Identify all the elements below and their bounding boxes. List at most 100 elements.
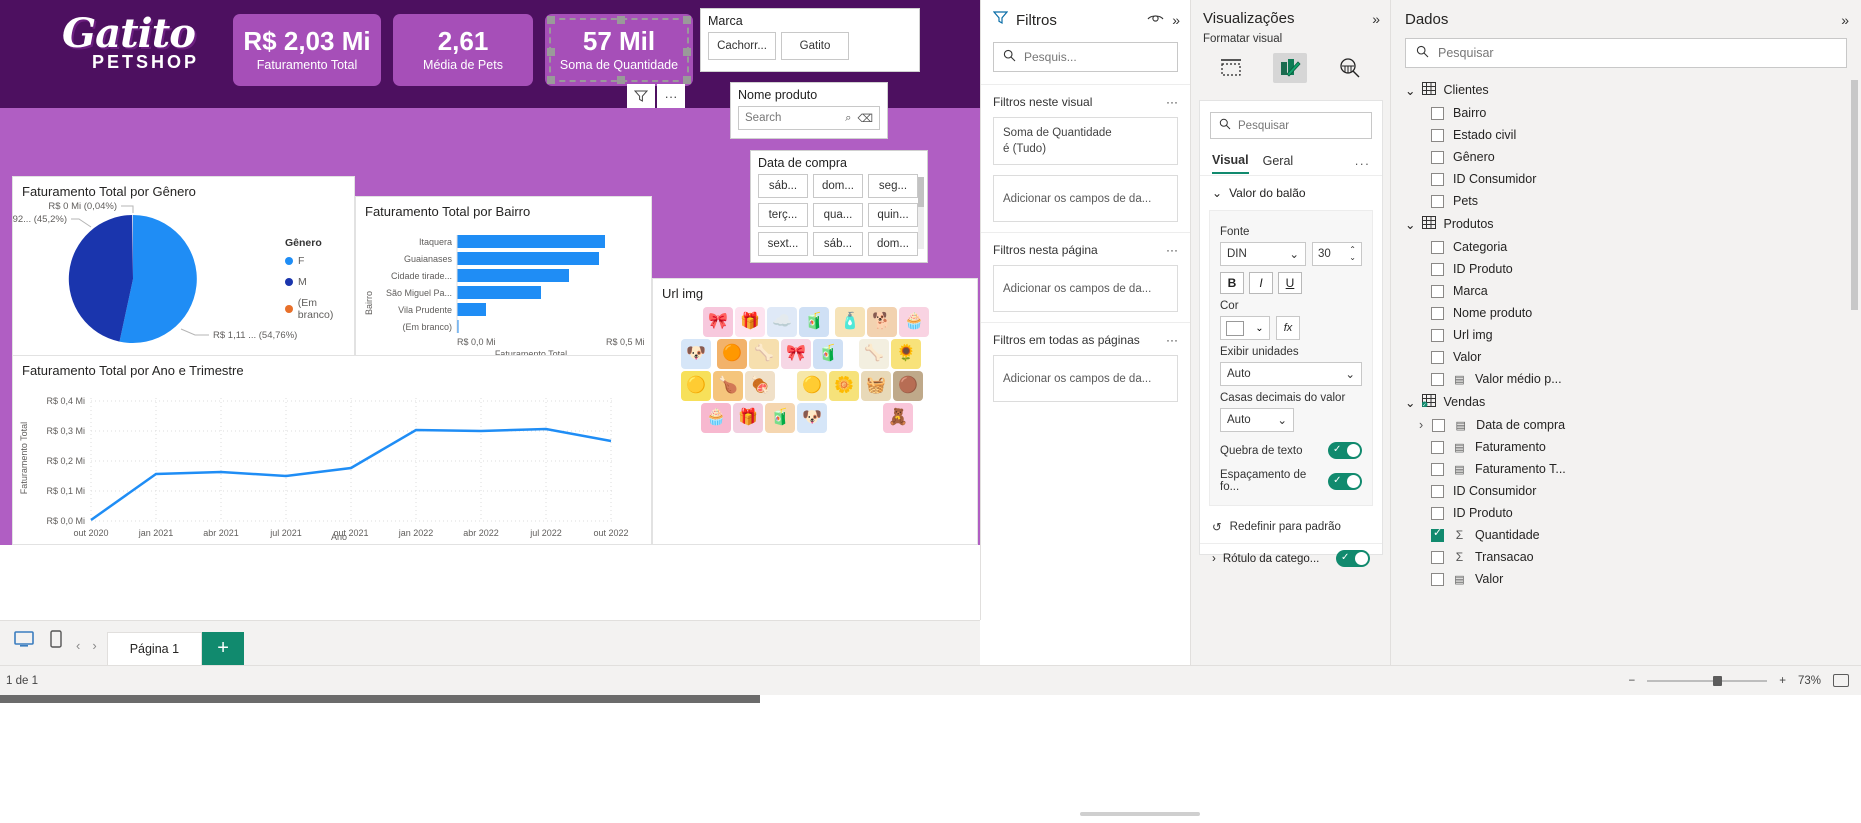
filter-card-soma-quantidade[interactable]: Soma de Quantidade é (Tudo) [993, 117, 1178, 165]
table-node-produtos[interactable]: ⌄ Produtos [1391, 212, 1861, 236]
product-thumb[interactable]: 🌻 [891, 339, 921, 369]
field-url-img[interactable]: Url img [1391, 324, 1861, 346]
tab-geral[interactable]: Geral [1263, 154, 1294, 173]
field-checkbox[interactable] [1431, 328, 1444, 342]
category-label-toggle[interactable]: ✓ [1336, 550, 1370, 567]
format-visual-icon[interactable] [1273, 53, 1308, 83]
field-valor-medio[interactable]: ▤ Valor médio p... [1391, 368, 1861, 390]
slicer-data-compra[interactable]: Data de compra sáb... dom... seg... terç… [750, 150, 928, 263]
field-genero[interactable]: Gênero [1391, 146, 1861, 168]
product-thumb[interactable]: 🎀 [703, 307, 733, 337]
zoom-slider[interactable] [1647, 675, 1768, 686]
filter-card-add-all[interactable]: Adicionar os campos de da... [993, 355, 1178, 402]
field-checkbox[interactable] [1431, 506, 1444, 520]
field-checkbox[interactable] [1432, 418, 1446, 432]
field-checkbox[interactable] [1431, 284, 1444, 298]
legend-item[interactable]: F [285, 255, 354, 267]
bold-button[interactable]: B [1220, 272, 1244, 294]
kpi-card-soma-quantidade[interactable]: 57 Mil Soma de Quantidade [545, 14, 693, 86]
field-id-consumidor[interactable]: ID Consumidor [1391, 168, 1861, 190]
product-thumb[interactable]: 🟤 [893, 371, 923, 401]
field-checkbox[interactable] [1431, 572, 1444, 586]
product-thumb[interactable]: 🟡 [681, 371, 711, 401]
underline-button[interactable]: U [1278, 272, 1302, 294]
visual-faturamento-ano-trimestre[interactable]: Faturamento Total por Ano e Trimestre Fa… [12, 355, 652, 545]
product-thumb[interactable]: 🧃 [765, 403, 795, 433]
slicer-search-input[interactable]: Search ⌕ ⌫ [738, 106, 880, 130]
group-rotulo-categoria[interactable]: › Rótulo da catego... ✓ [1200, 544, 1382, 573]
product-thumb[interactable]: 🧃 [799, 307, 829, 337]
product-thumb[interactable]: 🧺 [861, 371, 891, 401]
chevron-down-icon[interactable]: ⌄ [1405, 395, 1415, 410]
field-checkbox[interactable] [1431, 150, 1444, 164]
field-vendas-id-consumidor[interactable]: ID Consumidor [1391, 480, 1861, 502]
field-checkbox[interactable] [1431, 440, 1444, 454]
product-thumb[interactable]: 🐶 [797, 403, 827, 433]
color-picker[interactable]: ⌄ [1220, 316, 1270, 340]
italic-button[interactable]: I [1249, 272, 1273, 294]
field-checkbox[interactable] [1431, 484, 1444, 498]
font-spacing-toggle[interactable]: ✓ [1328, 472, 1362, 490]
font-size-stepper[interactable]: 30 ⌃ ⌄ [1312, 242, 1362, 266]
more-icon[interactable]: ··· [1166, 333, 1178, 347]
product-thumb[interactable]: 🧁 [899, 307, 929, 337]
kpi-card-faturamento[interactable]: R$ 2,03 Mi Faturamento Total [233, 14, 381, 86]
tab-visual[interactable]: Visual [1212, 153, 1249, 174]
product-thumb[interactable]: 🎁 [733, 403, 763, 433]
field-vendas-id-produto[interactable]: ID Produto [1391, 502, 1861, 524]
zoom-out-button[interactable]: − [1629, 675, 1636, 687]
product-thumb[interactable]: 🦴 [749, 339, 779, 369]
field-faturamento-total[interactable]: ▤ Faturamento T... [1391, 458, 1861, 480]
decimal-places-select[interactable]: Auto ⌄ [1220, 408, 1294, 432]
field-checkbox[interactable] [1431, 194, 1444, 208]
filter-card-add-page[interactable]: Adicionar os campos de da... [993, 265, 1178, 312]
format-search-input[interactable]: Pesquisar [1210, 112, 1372, 139]
slicer-nome-produto[interactable]: Nome produto Search ⌕ ⌫ [730, 82, 888, 139]
zoom-slider-thumb[interactable] [1713, 675, 1723, 686]
slicer-chip[interactable]: sáb... [758, 174, 808, 198]
product-thumb[interactable]: 🎁 [735, 307, 765, 337]
data-search-input[interactable]: Pesquisar [1405, 38, 1847, 68]
slicer-chip[interactable]: Cachorr... [708, 32, 776, 60]
field-checkbox[interactable] [1431, 550, 1444, 564]
field-nome-produto[interactable]: Nome produto [1391, 302, 1861, 324]
more-icon[interactable]: ··· [1166, 243, 1178, 257]
filters-search-input[interactable]: Pesquis... [993, 42, 1178, 72]
product-thumb[interactable]: 🌼 [829, 371, 859, 401]
field-checkbox[interactable] [1431, 306, 1444, 320]
field-checkbox[interactable] [1431, 172, 1444, 186]
field-pets[interactable]: Pets [1391, 190, 1861, 212]
chevrons-icon[interactable]: » [1372, 11, 1380, 27]
product-thumb[interactable]: 🍗 [713, 371, 743, 401]
slicer-scrollbar[interactable] [918, 177, 924, 249]
visual-faturamento-por-bairro[interactable]: Faturamento Total por Bairro Bairro Itaq… [355, 196, 652, 360]
slicer-chip[interactable]: dom... [813, 174, 863, 198]
slicer-chip[interactable]: quin... [868, 203, 918, 227]
field-vendas-valor[interactable]: ▤ Valor [1391, 568, 1861, 590]
slicer-chip[interactable]: sext... [758, 232, 808, 256]
field-data-de-compra[interactable]: › ▤ Data de compra [1391, 414, 1861, 436]
eraser-icon[interactable]: ⌫ [857, 112, 873, 125]
field-checkbox[interactable] [1431, 527, 1444, 542]
product-thumb[interactable]: 🐕 [867, 307, 897, 337]
chevron-right-icon[interactable]: › [1419, 418, 1423, 432]
visual-url-img[interactable]: Url img 🎀 🎁 ☁️ 🧃 🧴 🐕 🧁 🐶 🟠 🦴 🎀 🧃 🦴 🌻 🟡 🍗… [652, 278, 978, 545]
table-node-vendas[interactable]: ⌄ ✓ Vendas [1391, 390, 1861, 414]
field-checkbox[interactable] [1431, 106, 1444, 120]
horizontal-scrollbar[interactable] [0, 695, 760, 703]
filter-card-add-visual[interactable]: Adicionar os campos de da... [993, 175, 1178, 222]
build-visual-icon[interactable] [1214, 53, 1248, 83]
product-thumb[interactable]: ☁️ [767, 307, 797, 337]
kpi-card-media-pets[interactable]: 2,61 Média de Pets [393, 14, 533, 86]
field-transacao[interactable]: Σ Transacao [1391, 546, 1861, 568]
group-valor-do-balao[interactable]: ⌄ Valor do balão [1200, 176, 1382, 210]
field-estado-civil[interactable]: Estado civil [1391, 124, 1861, 146]
slicer-chip[interactable]: qua... [813, 203, 863, 227]
fit-to-page-icon[interactable] [1833, 674, 1849, 687]
product-thumb[interactable]: 🟡 [797, 371, 827, 401]
slicer-chip[interactable]: sáb... [813, 232, 863, 256]
chevrons-icon[interactable]: » [1172, 12, 1180, 28]
product-thumb[interactable]: 🦴 [859, 339, 889, 369]
search-icon[interactable]: ⌕ [845, 112, 851, 125]
text-wrap-toggle[interactable]: ✓ [1328, 442, 1362, 459]
